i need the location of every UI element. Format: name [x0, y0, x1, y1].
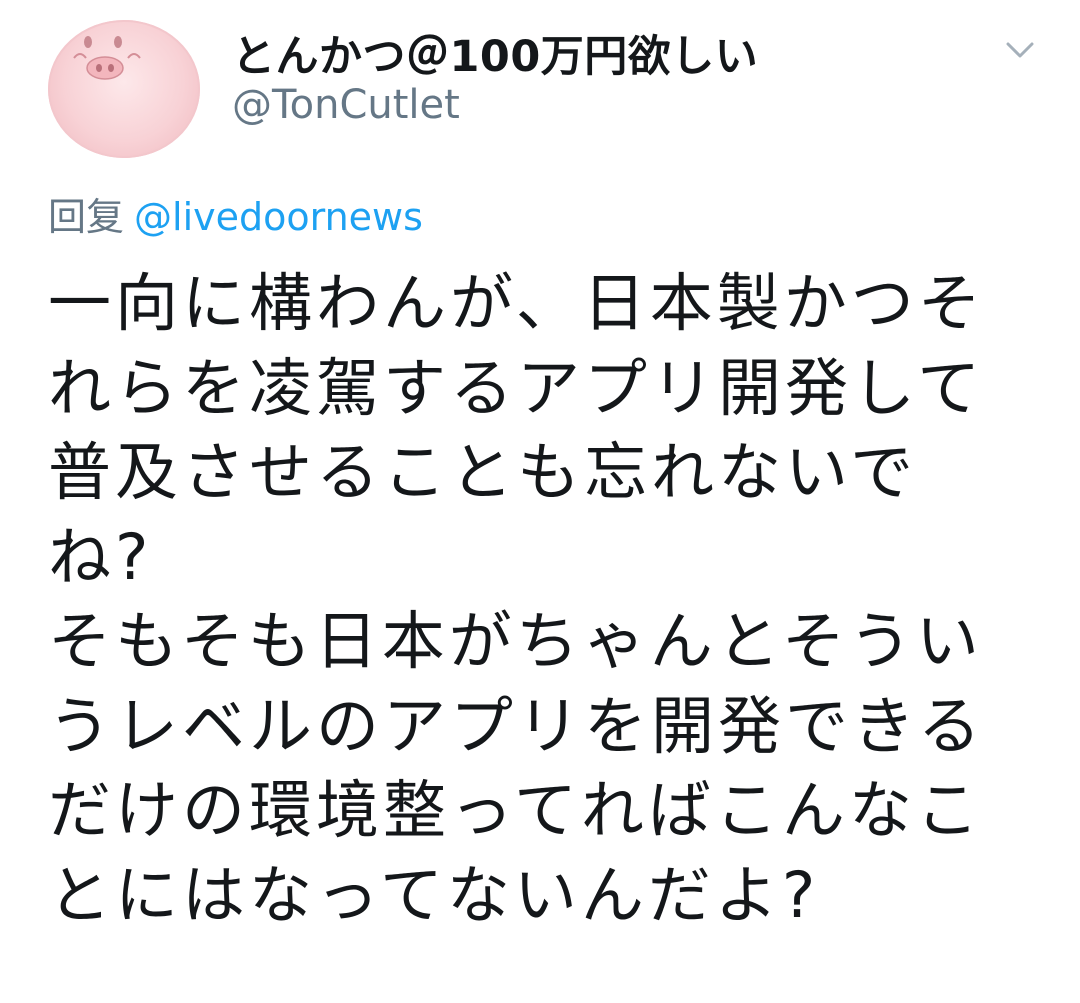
tweet-text-line: れらを凌駕するアプリ開発して: [48, 351, 985, 425]
tweet-text-line: 普及させることも忘れないで: [48, 436, 918, 509]
tweet-text-line: 一向に構わんが、日本製かつそ: [48, 267, 985, 340]
reply-context: 回复 @livedoornews: [48, 186, 423, 241]
tweet-text-line: だけの環境整ってればこんなこ: [48, 774, 983, 847]
tweet: とんかつ＠100万円欲しい @TonCutlet 回复 @livedoornews…: [0, 0, 1080, 1003]
display-name[interactable]: とんかつ＠100万円欲しい: [232, 22, 758, 84]
reply-label: 回复: [48, 195, 125, 239]
tweet-text-line: うレベルのアプリを開発できる: [48, 689, 985, 763]
tweet-text-line: そもそも日本がちゃんとそうい: [48, 605, 983, 678]
tweet-text-line: とにはなってないんだよ?: [48, 858, 820, 932]
reply-mention-link[interactable]: @livedoornews: [134, 195, 423, 239]
tweet-text-line: ね?: [48, 520, 153, 594]
user-handle[interactable]: @TonCutlet: [232, 82, 460, 128]
tweet-text: 一向に構わんが、日本製かつそ れらを凌駕するアプリ開発して 普及させることも忘れ…: [48, 262, 1048, 938]
pig-face-icon: [73, 36, 141, 80]
avatar[interactable]: [48, 20, 200, 158]
chevron-down-icon[interactable]: [1000, 30, 1040, 70]
